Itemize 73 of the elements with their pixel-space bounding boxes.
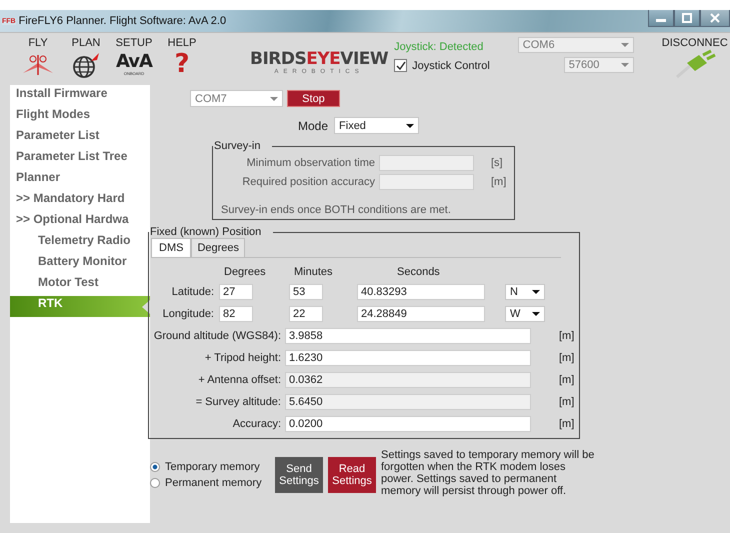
joystick-status: Joystick: Detected [394, 41, 484, 53]
maximize-button[interactable] [674, 10, 700, 27]
field-label: Ground altitude (WGS84): [152, 330, 282, 342]
baud-dropdown[interactable]: 57600 [564, 57, 634, 73]
unit-label: [m] [559, 352, 574, 364]
tab[interactable]: Degrees [191, 238, 246, 257]
survey-note: Survey-in ends once BOTH conditions are met. [221, 204, 452, 216]
sidebar-item[interactable]: Battery Monitor [10, 254, 150, 275]
sidebar-item[interactable]: Install Firmware [10, 86, 150, 107]
help-icon: ? [174, 51, 190, 77]
column-header: Minutes [293, 266, 334, 278]
input-field[interactable]: 24.28849 [357, 306, 485, 322]
settings-note: Settings saved to temporary memory will be forgotten when the RTK modem loses power. Settings saved to permanent memory will persist through power off. [381, 449, 596, 497]
sidebar-item[interactable]: Planner [10, 170, 150, 191]
field-label: = Survey altitude: [194, 396, 282, 408]
mode-label: Mode [298, 118, 328, 132]
input-field[interactable]: 1.6230 [285, 350, 531, 366]
input-field[interactable]: 27 [219, 284, 253, 300]
check-icon [396, 60, 406, 70]
sidebar-item[interactable]: Parameter List Tree [10, 149, 150, 170]
sidebar-item[interactable]: Motor Test [10, 275, 150, 296]
close-button[interactable] [700, 10, 730, 27]
menu-item[interactable]: FLY [14, 37, 62, 79]
group-title: Survey-in [213, 140, 262, 152]
input-field[interactable]: 22 [289, 306, 323, 322]
maximize-icon [681, 13, 693, 23]
input-field[interactable]: 82 [219, 306, 253, 322]
sidebar-item[interactable]: Parameter List [10, 128, 150, 149]
input-field[interactable]: 0.0200 [285, 416, 531, 432]
column-header: Degrees [223, 266, 267, 278]
column-header: Seconds [396, 266, 441, 278]
window-title: FireFLY6 Planner. Flight Software: AvA 2.0 [18, 15, 226, 27]
input-field[interactable]: 3.9858 [285, 328, 531, 344]
radio-button[interactable]: Temporary memory [150, 461, 270, 473]
field-label: Required position accuracy [241, 176, 376, 188]
minimize-button[interactable] [648, 10, 674, 27]
menu-item[interactable]: HELP ? [158, 37, 206, 79]
hemisphere-dropdown[interactable]: W [505, 306, 545, 322]
field-label: Accuracy: [232, 418, 282, 430]
field-label: + Antenna offset: [197, 374, 282, 386]
field-label: Minimum observation time [246, 157, 376, 169]
settings-button[interactable]: Read Settings [328, 457, 376, 493]
field-label: + Tripod height: [204, 352, 282, 364]
unit-label: [m] [559, 374, 574, 386]
sidebar-item[interactable]: >> Optional Hardwa [10, 212, 150, 233]
port-dropdown[interactable]: COM6 [518, 37, 634, 53]
unit-label: [m] [559, 330, 574, 342]
close-icon [709, 13, 721, 23]
mode-dropdown[interactable]: Fixed [334, 117, 420, 134]
sidebar-item[interactable]: >> Mandatory Hard [10, 191, 150, 212]
input-field[interactable]: 53 [289, 284, 323, 300]
group-title: Fixed (known) Position [149, 226, 262, 238]
input-field[interactable]: 0.0362 [285, 372, 531, 388]
unit-label: [m] [559, 418, 574, 430]
tab[interactable]: DMS [151, 238, 192, 257]
settings-button[interactable]: Send Settings [275, 457, 323, 493]
sidebar-item[interactable]: Telemetry Radio [10, 233, 150, 254]
unit-label: [m] [491, 176, 506, 188]
sidebar-item[interactable]: Flight Modes [10, 107, 150, 128]
unit-label: [s] [491, 157, 503, 169]
port-dropdown[interactable]: COM7 [190, 90, 283, 107]
menu-item[interactable]: PLAN [62, 37, 110, 79]
field-label: Latitude: [170, 286, 215, 298]
hemisphere-dropdown[interactable]: N [505, 284, 545, 300]
stop-button[interactable]: Stop [287, 90, 340, 107]
input-field[interactable]: 40.83293 [357, 284, 485, 300]
disconnect-button[interactable]: DISCONNEC [662, 37, 728, 79]
input-field[interactable]: 5.6450 [285, 394, 531, 410]
radio-button[interactable]: Permanent memory [150, 477, 270, 489]
unit-label: [m] [559, 396, 574, 408]
field-label: Longitude: [162, 308, 215, 320]
joystick-checkbox[interactable]: Joystick Control [394, 59, 490, 72]
globe-icon [71, 51, 101, 79]
